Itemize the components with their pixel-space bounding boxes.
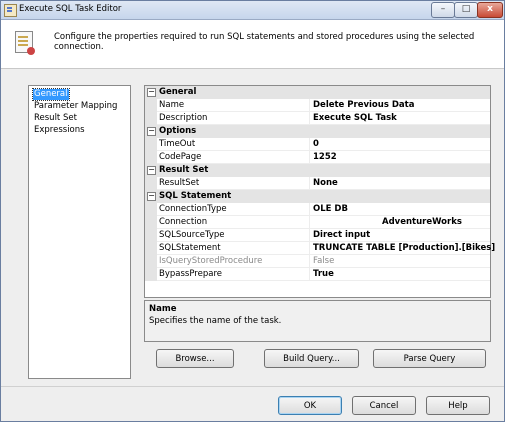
help-button[interactable]: Help bbox=[426, 396, 490, 415]
property-row-sql-statement[interactable]: SQLStatement TRUNCATE TABLE [Production]… bbox=[145, 242, 495, 255]
window-app-icon bbox=[4, 4, 17, 17]
nav-item-result-set[interactable]: Result Set bbox=[33, 113, 78, 124]
property-row-sql-source-type[interactable]: SQLSourceType Direct input bbox=[145, 229, 490, 242]
category-label: Options bbox=[159, 126, 197, 136]
property-row-bypass-prepare[interactable]: BypassPrepare True bbox=[145, 268, 490, 281]
property-row-connection-type[interactable]: ConnectionType OLE DB bbox=[145, 203, 490, 216]
cancel-button[interactable]: Cancel bbox=[352, 396, 416, 415]
property-row-description[interactable]: Description Execute SQL Task bbox=[145, 112, 490, 125]
ok-button[interactable]: OK bbox=[278, 396, 342, 415]
collapse-icon[interactable]: − bbox=[147, 166, 156, 175]
build-query-button[interactable]: Build Query... bbox=[264, 349, 359, 368]
description-text: Specifies the name of the task. bbox=[149, 316, 282, 326]
category-general[interactable]: − General bbox=[145, 86, 490, 99]
property-grid: − General Name Delete Previous Data Desc… bbox=[144, 85, 495, 298]
category-label: General bbox=[159, 87, 197, 97]
category-sql-statement[interactable]: − SQL Statement bbox=[145, 190, 490, 203]
footer-separator bbox=[1, 386, 504, 387]
property-row-timeout[interactable]: TimeOut 0 bbox=[145, 138, 490, 151]
collapse-icon[interactable]: − bbox=[147, 88, 156, 97]
property-description-panel: Name Specifies the name of the task. bbox=[144, 300, 491, 342]
window-title: Execute SQL Task Editor bbox=[19, 4, 122, 14]
minimize-button[interactable]: – bbox=[431, 2, 455, 18]
property-row-connection[interactable]: Connection AdventureWorks bbox=[145, 216, 490, 229]
nav-item-expressions[interactable]: Expressions bbox=[33, 125, 86, 136]
title-bar[interactable]: Execute SQL Task Editor – □ x bbox=[1, 1, 504, 20]
category-label: Result Set bbox=[159, 165, 209, 175]
property-row-codepage[interactable]: CodePage 1252 bbox=[145, 151, 490, 164]
nav-item-parameter-mapping[interactable]: Parameter Mapping bbox=[33, 101, 118, 112]
maximize-button[interactable]: □ bbox=[454, 2, 478, 18]
nav-item-general[interactable]: General bbox=[32, 88, 70, 101]
header-banner: Configure the properties required to run… bbox=[1, 20, 504, 69]
property-row-resultset[interactable]: ResultSet None bbox=[145, 177, 490, 190]
close-button[interactable]: x bbox=[477, 2, 503, 18]
category-label: SQL Statement bbox=[159, 191, 232, 201]
description-title: Name bbox=[149, 304, 177, 314]
execute-sql-task-editor-window: Execute SQL Task Editor – □ x Configure … bbox=[0, 0, 505, 422]
category-options[interactable]: − Options bbox=[145, 125, 490, 138]
task-editor-icon bbox=[15, 31, 35, 55]
collapse-icon[interactable]: − bbox=[147, 192, 156, 201]
header-description: Configure the properties required to run… bbox=[54, 32, 475, 52]
property-row-is-query-stored-procedure[interactable]: IsQueryStoredProcedure False bbox=[145, 255, 490, 268]
property-row-name[interactable]: Name Delete Previous Data bbox=[145, 99, 490, 112]
category-result-set[interactable]: − Result Set bbox=[145, 164, 490, 177]
parse-query-button[interactable]: Parse Query bbox=[373, 349, 486, 368]
page-navigation-list: General Parameter Mapping Result Set Exp… bbox=[28, 85, 131, 379]
collapse-icon[interactable]: − bbox=[147, 127, 156, 136]
browse-button[interactable]: Browse... bbox=[156, 349, 234, 368]
